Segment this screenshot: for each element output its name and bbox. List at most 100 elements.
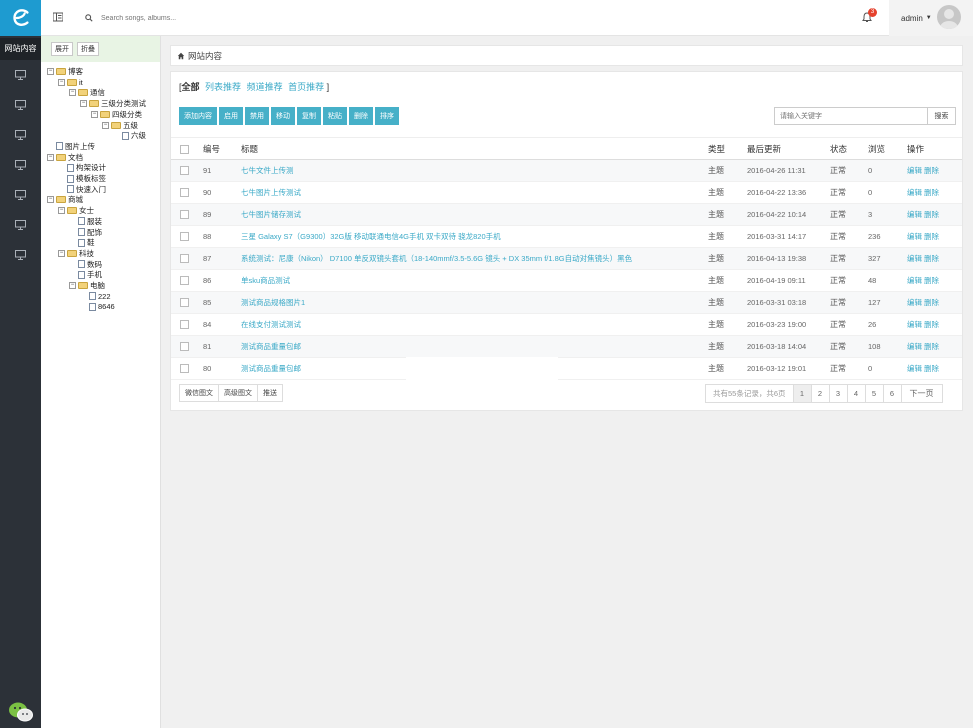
app-logo[interactable] bbox=[0, 0, 41, 36]
row-delete-link[interactable]: 删除 bbox=[924, 298, 939, 307]
tree-node[interactable]: − 五级 bbox=[102, 120, 138, 131]
row-checkbox[interactable] bbox=[180, 166, 189, 176]
tree-node[interactable]: − 商城 bbox=[47, 194, 83, 205]
push-button[interactable]: 推送 bbox=[257, 384, 283, 402]
tree-toggle-icon[interactable]: − bbox=[58, 249, 65, 257]
row-delete-link[interactable]: 删除 bbox=[924, 254, 939, 263]
collapse-all-button[interactable]: 折叠 bbox=[77, 42, 99, 56]
row-checkbox[interactable] bbox=[180, 298, 189, 308]
row-edit-link[interactable]: 编辑 bbox=[907, 364, 922, 373]
tree-toggle-icon[interactable]: − bbox=[102, 121, 109, 129]
tree-node[interactable]: 数码 bbox=[69, 259, 102, 270]
tree-toggle-icon[interactable]: − bbox=[58, 78, 65, 86]
disable-button[interactable]: 禁用 bbox=[245, 107, 269, 125]
tree-toggle-icon[interactable]: − bbox=[69, 282, 76, 289]
move-button[interactable]: 移动 bbox=[271, 107, 295, 125]
row-title-link[interactable]: 在线支付测试测试 bbox=[241, 320, 301, 329]
row-checkbox[interactable] bbox=[180, 188, 189, 198]
row-delete-link[interactable]: 删除 bbox=[924, 320, 939, 329]
row-title-link[interactable]: 测试商品重量包邮 bbox=[241, 364, 301, 373]
row-delete-link[interactable]: 删除 bbox=[924, 276, 939, 285]
add-content-button[interactable]: 添加内容 bbox=[179, 107, 217, 125]
row-title-link[interactable]: 系统测试：尼康（Nikon） D7100 单反双镜头套机（18-140mmf/3… bbox=[241, 254, 632, 263]
page-2-button[interactable]: 2 bbox=[810, 384, 830, 403]
tree-node[interactable]: 构架设计 bbox=[58, 162, 106, 173]
tree-node[interactable]: 服装 bbox=[69, 216, 102, 227]
delete-button[interactable]: 删除 bbox=[349, 107, 373, 125]
tree-node[interactable]: 图片上传 bbox=[47, 141, 95, 152]
tree-node[interactable]: 鞋 bbox=[69, 237, 95, 248]
col-updated[interactable]: 最后更新 bbox=[747, 137, 830, 160]
nav-item-3[interactable] bbox=[0, 120, 41, 150]
col-title[interactable]: 标题 bbox=[241, 137, 708, 160]
keyword-input[interactable] bbox=[774, 107, 928, 125]
row-edit-link[interactable]: 编辑 bbox=[907, 320, 922, 329]
tree-node[interactable]: 手机 bbox=[69, 269, 102, 280]
wechat-news-button[interactable]: 微信图文 bbox=[179, 384, 219, 402]
nav-item-5[interactable] bbox=[0, 180, 41, 210]
row-edit-link[interactable]: 编辑 bbox=[907, 166, 922, 175]
tree-node[interactable]: 配饰 bbox=[69, 227, 102, 238]
row-edit-link[interactable]: 编辑 bbox=[907, 210, 922, 219]
row-title-link[interactable]: 七牛图片上传测试 bbox=[241, 188, 301, 197]
enable-button[interactable]: 启用 bbox=[219, 107, 243, 125]
advanced-news-button[interactable]: 高级图文 bbox=[218, 384, 258, 402]
nav-item-2[interactable] bbox=[0, 90, 41, 120]
tree-node[interactable]: − 博客 bbox=[47, 66, 83, 77]
sort-button[interactable]: 排序 bbox=[375, 107, 399, 125]
page-1-button[interactable]: 1 bbox=[792, 384, 812, 403]
tree-toggle-icon[interactable]: − bbox=[91, 110, 98, 118]
expand-all-button[interactable]: 展开 bbox=[51, 42, 73, 56]
row-edit-link[interactable]: 编辑 bbox=[907, 342, 922, 351]
tree-node[interactable]: 8646 bbox=[80, 301, 115, 312]
tree-node[interactable]: 模板标签 bbox=[58, 173, 106, 184]
row-edit-link[interactable]: 编辑 bbox=[907, 188, 922, 197]
tree-node[interactable]: − 科技 bbox=[58, 248, 94, 259]
menu-toggle-icon[interactable] bbox=[53, 12, 63, 22]
copy-button[interactable]: 复制 bbox=[297, 107, 321, 125]
page-6-button[interactable]: 6 bbox=[882, 384, 902, 403]
page-5-button[interactable]: 5 bbox=[864, 384, 884, 403]
row-delete-link[interactable]: 删除 bbox=[924, 364, 939, 373]
home-icon[interactable] bbox=[177, 52, 185, 60]
row-checkbox[interactable] bbox=[180, 320, 189, 330]
avatar[interactable] bbox=[937, 5, 961, 29]
tree-toggle-icon[interactable]: − bbox=[58, 207, 65, 215]
row-edit-link[interactable]: 编辑 bbox=[907, 276, 922, 285]
row-edit-link[interactable]: 编辑 bbox=[907, 298, 922, 307]
tree-toggle-icon[interactable]: − bbox=[47, 153, 54, 161]
col-views[interactable]: 浏览 bbox=[868, 137, 907, 160]
row-checkbox[interactable] bbox=[180, 210, 189, 220]
col-type[interactable]: 类型 bbox=[708, 137, 747, 160]
nav-item-site-content[interactable]: 网站内容 bbox=[0, 38, 41, 60]
row-delete-link[interactable]: 删除 bbox=[924, 166, 939, 175]
tree-node[interactable]: − 电脑 bbox=[69, 280, 105, 291]
row-delete-link[interactable]: 删除 bbox=[924, 188, 939, 197]
nav-item-4[interactable] bbox=[0, 150, 41, 180]
row-checkbox[interactable] bbox=[180, 364, 189, 374]
keyword-search-button[interactable]: 搜索 bbox=[928, 107, 956, 125]
row-checkbox[interactable] bbox=[180, 276, 189, 286]
select-all-checkbox[interactable] bbox=[180, 144, 189, 154]
wechat-icon[interactable] bbox=[8, 700, 34, 724]
row-edit-link[interactable]: 编辑 bbox=[907, 232, 922, 241]
col-status[interactable]: 状态 bbox=[830, 137, 868, 160]
row-delete-link[interactable]: 删除 bbox=[924, 342, 939, 351]
nav-item-6[interactable] bbox=[0, 210, 41, 240]
filter-all[interactable]: 全部 bbox=[182, 82, 200, 92]
tree-toggle-icon[interactable]: − bbox=[69, 89, 76, 97]
row-delete-link[interactable]: 删除 bbox=[924, 232, 939, 241]
row-checkbox[interactable] bbox=[180, 254, 189, 264]
row-checkbox[interactable] bbox=[180, 232, 189, 242]
tree-node[interactable]: − 女士 bbox=[58, 205, 94, 216]
row-checkbox[interactable] bbox=[180, 342, 189, 352]
tree-toggle-icon[interactable]: − bbox=[47, 68, 54, 75]
tree-node[interactable]: 222 bbox=[80, 291, 111, 302]
next-page-button[interactable]: 下一页 bbox=[900, 384, 943, 403]
global-search-input[interactable] bbox=[101, 14, 261, 22]
row-edit-link[interactable]: 编辑 bbox=[907, 254, 922, 263]
filter-home-recommend[interactable]: 首页推荐 bbox=[288, 82, 324, 92]
row-title-link[interactable]: 单sku商品测试 bbox=[241, 276, 290, 285]
row-title-link[interactable]: 测试商品规格图片1 bbox=[241, 298, 305, 307]
tree-node[interactable]: − 三级分类测试 bbox=[80, 98, 146, 109]
